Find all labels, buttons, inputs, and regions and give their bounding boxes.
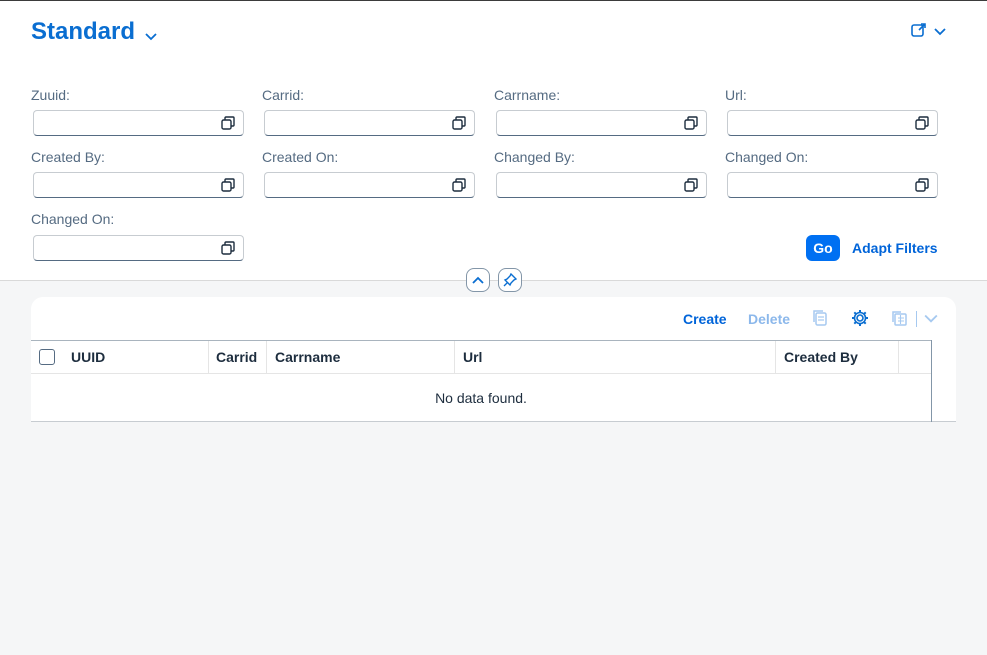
filter-label-zuuid: Zuuid: [31,87,70,103]
chevron-down-icon [145,20,157,48]
chevron-down-icon [934,23,946,41]
filter-input-url[interactable] [727,110,938,136]
value-help-icon[interactable] [221,116,235,130]
value-help-icon[interactable] [915,116,929,130]
filter-label-created-by: Created By: [31,149,105,165]
create-button[interactable]: Create [683,311,727,327]
share-icon [910,21,928,44]
value-help-icon[interactable] [452,178,466,192]
filter-input-changed-on-2[interactable] [33,235,244,261]
filter-label-changed-on: Changed On: [725,149,809,165]
export-icon[interactable] [890,309,908,327]
column-header-url[interactable]: Url [463,341,482,373]
toolbar-separator [916,311,917,327]
pin-header-button[interactable] [498,268,522,292]
filter-label-url: Url: [725,87,747,103]
filter-field-changed-on-2[interactable] [34,236,214,260]
column-separator [898,341,899,373]
go-button[interactable]: Go [806,235,840,261]
chevron-up-icon [472,276,484,284]
variant-selector[interactable]: Standard [31,16,157,48]
filter-field-created-by[interactable] [34,173,214,197]
filter-label-created-on: Created On: [262,149,339,165]
pin-icon [503,273,517,287]
table-right-border [931,340,932,422]
filter-input-changed-on[interactable] [727,172,938,198]
column-header-carrname[interactable]: Carrname [275,341,340,373]
chevron-down-icon[interactable] [924,312,938,326]
value-help-icon[interactable] [684,116,698,130]
filter-label-changed-by: Changed By: [494,149,575,165]
column-header-created-by[interactable]: Created By [784,341,858,373]
value-help-icon[interactable] [915,178,929,192]
filter-input-created-by[interactable] [33,172,244,198]
filter-label-changed-on-2: Changed On: [31,211,115,227]
column-separator [775,341,776,373]
filter-field-changed-by[interactable] [497,173,677,197]
filter-field-zuuid[interactable] [34,111,214,135]
filter-field-carrname[interactable] [497,111,677,135]
column-header-uuid[interactable]: UUID [71,341,105,373]
value-help-icon[interactable] [221,178,235,192]
filter-field-created-on[interactable] [265,173,445,197]
column-separator [208,341,209,373]
filter-field-changed-on[interactable] [728,173,908,197]
adapt-filters-button[interactable]: Adapt Filters [852,240,938,256]
filter-input-carrname[interactable] [496,110,707,136]
value-help-icon[interactable] [221,241,235,255]
filter-field-carrid[interactable] [265,111,445,135]
filter-field-url[interactable] [728,111,908,135]
settings-icon[interactable] [851,309,869,327]
collapse-header-button[interactable] [466,268,490,292]
column-separator [454,341,455,373]
filter-label-carrid: Carrid: [262,87,305,103]
variant-title: Standard [31,18,136,45]
filter-input-created-on[interactable] [264,172,475,198]
select-all-checkbox[interactable] [39,349,55,365]
filter-input-carrid[interactable] [264,110,475,136]
filter-label-carrname: Carrname: [494,87,561,103]
value-help-icon[interactable] [452,116,466,130]
value-help-icon[interactable] [684,178,698,192]
no-data-text: No data found. [435,390,527,406]
copy-icon[interactable] [811,309,829,327]
column-separator [266,341,267,373]
delete-button[interactable]: Delete [748,311,790,327]
column-header-carrid[interactable]: Carrid [216,341,257,373]
share-button[interactable] [910,21,950,43]
filter-input-changed-by[interactable] [496,172,707,198]
filter-input-zuuid[interactable] [33,110,244,136]
